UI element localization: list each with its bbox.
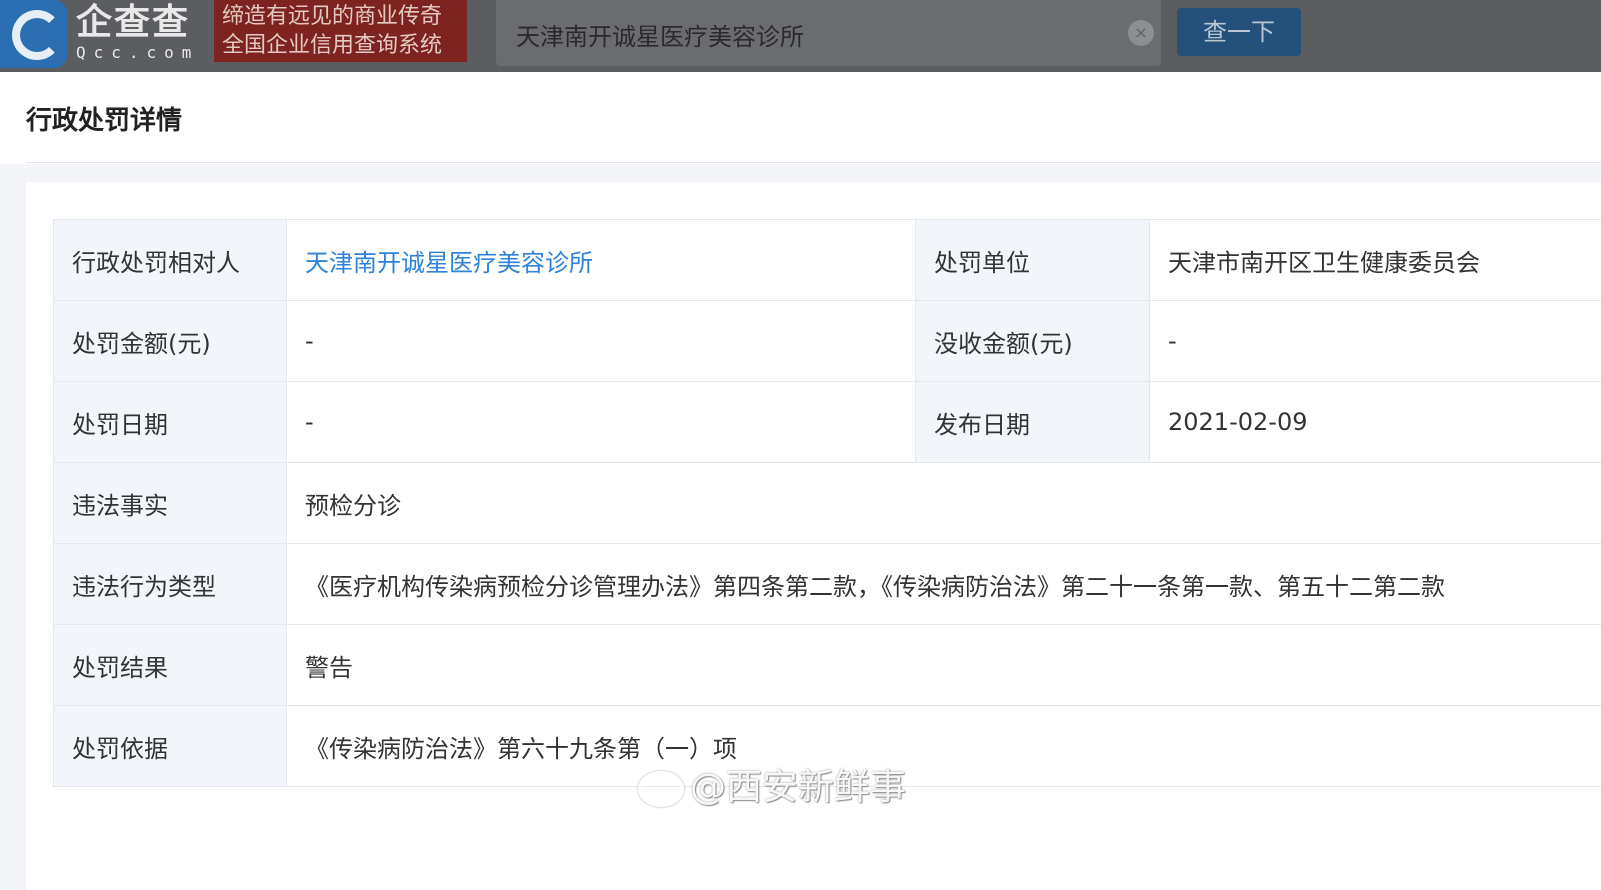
penalty-date-label: 处罚日期 <box>54 382 287 463</box>
page-title: 行政处罚详情 <box>26 100 182 137</box>
search-button[interactable]: 查一下 <box>1177 8 1301 56</box>
table-row: 行政处罚相对人 天津南开诚星医疗美容诊所 处罚单位 天津市南开区卫生健康委员会 <box>54 220 1601 301</box>
facts-label: 违法事实 <box>54 463 287 544</box>
logo-chinese-text: 企查查 <box>76 2 211 44</box>
party-label: 行政处罚相对人 <box>54 220 287 301</box>
basis-label: 处罚依据 <box>54 706 287 787</box>
party-link[interactable]: 天津南开诚星医疗美容诊所 <box>287 220 916 301</box>
table-row: 违法行为类型 《医疗机构传染病预检分诊管理办法》第四条第二款，《传染病防治法》第… <box>54 544 1601 625</box>
site-logo[interactable]: 企查查 Qcc.com <box>76 2 211 62</box>
result-value: 警告 <box>287 625 1601 706</box>
logo-english-text: Qcc.com <box>76 44 211 62</box>
unit-label: 处罚单位 <box>916 220 1150 301</box>
amount-value: - <box>287 301 916 382</box>
table-row: 处罚金额(元) - 没收金额(元) - <box>54 301 1601 382</box>
divider <box>26 162 1601 163</box>
table-row: 违法事实 预检分诊 <box>54 463 1601 544</box>
table-row: 处罚日期 - 发布日期 2021-02-09 <box>54 382 1601 463</box>
amount-label: 处罚金额(元) <box>54 301 287 382</box>
violation-type-label: 违法行为类型 <box>54 544 287 625</box>
search-input[interactable] <box>514 14 1118 54</box>
top-navigation-bar: 企查查 Qcc.com 缔造有远见的商业传奇 全国企业信用查询系统 × 查一下 <box>0 0 1601 72</box>
slogan-line-2: 全国企业信用查询系统 <box>222 31 467 60</box>
result-label: 处罚结果 <box>54 625 287 706</box>
clear-search-icon[interactable]: × <box>1128 20 1154 46</box>
confiscated-value: - <box>1150 301 1601 382</box>
weibo-icon <box>638 771 684 807</box>
penalty-date-value: - <box>287 382 916 463</box>
confiscated-label: 没收金额(元) <box>916 301 1150 382</box>
publish-date-label: 发布日期 <box>916 382 1150 463</box>
table-row: 处罚结果 警告 <box>54 625 1601 706</box>
slogan-banner: 缔造有远见的商业传奇 全国企业信用查询系统 <box>214 0 467 62</box>
facts-value: 预检分诊 <box>287 463 1601 544</box>
slogan-line-1: 缔造有远见的商业传奇 <box>222 2 467 31</box>
heading-bar: 行政处罚详情 <box>0 72 1601 164</box>
violation-type-value: 《医疗机构传染病预检分诊管理办法》第四条第二款，《传染病防治法》第二十一条第一款… <box>287 544 1601 625</box>
penalty-detail-table: 行政处罚相对人 天津南开诚星医疗美容诊所 处罚单位 天津市南开区卫生健康委员会 … <box>53 219 1601 787</box>
watermark-text: @西安新鲜事 <box>690 767 906 808</box>
publish-date-value: 2021-02-09 <box>1150 382 1601 463</box>
weibo-watermark: @西安新鲜事 <box>638 758 906 810</box>
unit-value: 天津市南开区卫生健康委员会 <box>1150 220 1601 301</box>
penalty-detail-card: 行政处罚详情 行政处罚相对人 天津南开诚星医疗美容诊所 处罚单位 天津市南开区卫… <box>0 72 1601 839</box>
qcc-logo-icon[interactable] <box>0 0 68 68</box>
basis-value: 《传染病防治法》第六十九条第（一）项 <box>287 706 1601 787</box>
search-box: × <box>496 0 1161 66</box>
